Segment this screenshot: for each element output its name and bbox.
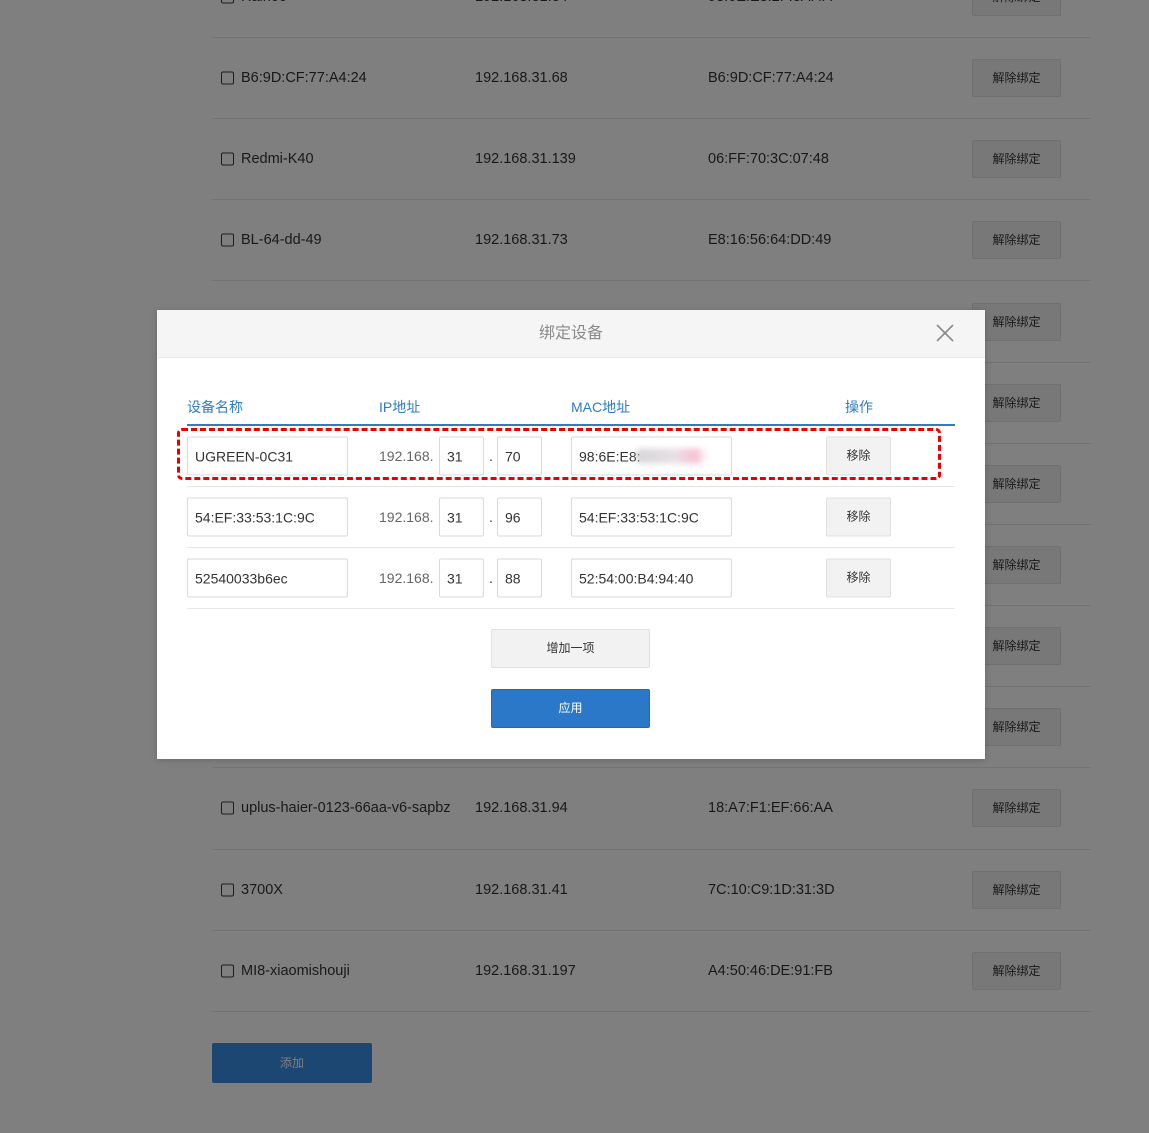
- ip-octet-3-input[interactable]: [439, 558, 484, 598]
- modal-header: 绑定设备: [157, 310, 985, 358]
- ip-octet-4-input[interactable]: [497, 497, 542, 537]
- mac-field: [571, 497, 732, 537]
- table-header: 设备名称 IP地址 MAC地址 操作: [187, 390, 955, 426]
- device-name-input[interactable]: [187, 558, 348, 598]
- bind-table-body: 192.168.. 移除 192.168.. 移除 192.168.. 移除: [187, 426, 955, 609]
- apply-button[interactable]: 应用: [491, 689, 650, 728]
- mac-input[interactable]: [571, 497, 732, 537]
- ip-octet-3-input[interactable]: [439, 497, 484, 537]
- bind-table: 设备名称 IP地址 MAC地址 操作 192.168.. 移除 192.168.. 移…: [187, 390, 955, 609]
- remove-button[interactable]: 移除: [826, 558, 891, 598]
- add-item-button[interactable]: 增加一项: [491, 629, 650, 668]
- modal-title: 绑定设备: [538, 325, 603, 342]
- ip-prefix: 192.168.: [379, 448, 434, 464]
- binding-row: 192.168.. 移除: [187, 426, 955, 487]
- close-icon: [936, 324, 954, 342]
- ip-separator: .: [489, 509, 493, 525]
- column-header-ip: IP地址: [379, 399, 421, 415]
- mac-input[interactable]: [571, 558, 732, 598]
- ip-prefix: 192.168.: [379, 509, 434, 525]
- column-header-device-name: 设备名称: [187, 399, 243, 415]
- mac-field: [571, 436, 732, 476]
- ip-octet-4-input[interactable]: [497, 558, 542, 598]
- bind-device-modal: 绑定设备 设备名称 IP地址 MAC地址 操作 192.168..移除192.1…: [157, 310, 985, 759]
- column-header-action: 操作: [845, 399, 873, 415]
- device-name-input[interactable]: [187, 436, 348, 476]
- mac-field: [571, 558, 732, 598]
- ip-prefix: 192.168.: [379, 570, 434, 586]
- remove-button[interactable]: 移除: [826, 436, 891, 476]
- ip-octet-3-input[interactable]: [439, 436, 484, 476]
- ip-octet-4-input[interactable]: [497, 436, 542, 476]
- column-header-mac: MAC地址: [571, 399, 631, 415]
- binding-row: 192.168.. 移除: [187, 548, 955, 609]
- mac-redaction-blur: [635, 448, 707, 464]
- ip-separator: .: [489, 570, 493, 586]
- ip-separator: .: [489, 448, 493, 464]
- binding-row: 192.168.. 移除: [187, 487, 955, 548]
- close-button[interactable]: [935, 323, 955, 343]
- remove-button[interactable]: 移除: [826, 497, 891, 537]
- device-name-input[interactable]: [187, 497, 348, 537]
